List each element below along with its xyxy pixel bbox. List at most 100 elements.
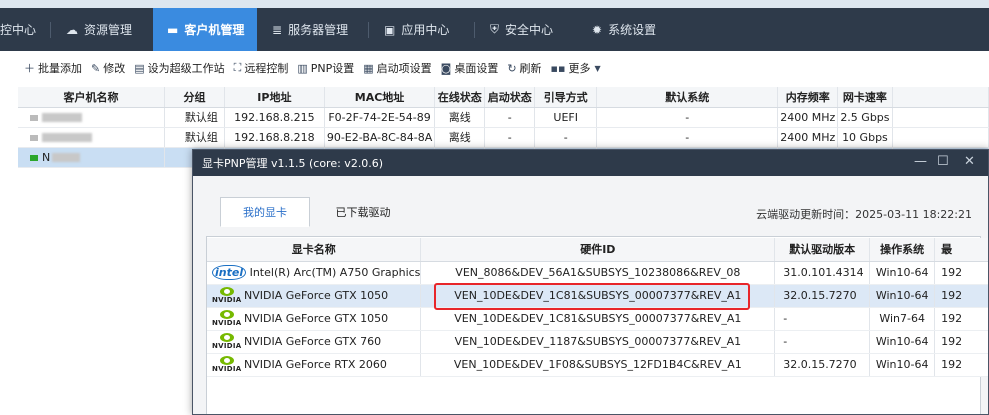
desktop-icon: ◙ (440, 61, 452, 75)
button-label: 修改 (103, 62, 126, 75)
update-time-value: 2025-03-11 18:22:21 (855, 208, 972, 221)
client-name-cell (18, 127, 166, 148)
nav-separator (368, 22, 369, 38)
toolbar: ＋ 批量添加 ✎ 修改 ▤ 设为超级工作站 ⛶ 远程控制 ▥ PNP设置 ▦ 启… (0, 55, 989, 81)
ip-cell: 192.168.8.215 (224, 107, 325, 128)
nav-item-monitor-center[interactable]: 控中心 (0, 8, 44, 51)
blurred-name (52, 153, 81, 162)
boot-item-settings-button[interactable]: ▦ 启动项设置 (363, 60, 431, 76)
blurred-name (42, 133, 92, 142)
nav-item-client-management[interactable]: ▬ 客户机管理 (153, 8, 257, 51)
column-header[interactable]: 最 (934, 238, 988, 262)
button-label: 启动项设置 (376, 62, 432, 75)
column-header[interactable]: 在线状态 (434, 87, 486, 108)
boot-state-cell: - (484, 127, 536, 148)
set-super-workstation-button[interactable]: ▤ 设为超级工作站 (134, 60, 224, 76)
client-name: N (42, 150, 51, 164)
batch-add-button[interactable]: ＋ 批量添加 (24, 60, 82, 76)
cloud-icon: ☁ (66, 22, 78, 37)
nav-item-label: 系统设置 (608, 23, 657, 37)
column-header[interactable]: IP地址 (224, 87, 325, 108)
tab-downloaded-drivers[interactable]: 已下载驱动 (318, 197, 408, 227)
table-row[interactable]: 默认组 192.168.8.218 90-E2-BA-8C-84-8A 离线 -… (18, 127, 989, 148)
plus-icon: ＋ (24, 62, 35, 75)
nav-item-app-center[interactable]: ▣ 应用中心 (384, 8, 466, 51)
column-header[interactable]: 硬件ID (420, 238, 776, 262)
pnp-settings-button[interactable]: ▥ PNP设置 (297, 60, 354, 76)
driver-version-cell: 32.0.15.7270 (774, 353, 871, 377)
column-header[interactable]: 操作系统 (869, 238, 936, 262)
driver-version-cell: - (774, 330, 871, 354)
gpu-name: NVIDIA GeForce RTX 2060 (244, 357, 387, 371)
workstation-icon: ▤ (134, 61, 145, 75)
extra-cell: 192 (934, 284, 988, 308)
driver-version-cell: - (774, 307, 871, 331)
driver-version-cell: 31.0.101.4314 (774, 261, 871, 285)
column-header[interactable]: 引导方式 (534, 87, 598, 108)
gpu-table: 显卡名称 硬件ID 默认驱动版本 操作系统 最 intel Intel(R) A… (207, 238, 988, 377)
hardware-id-cell: VEN_10DE&DEV_1C81&SUBSYS_00007377&REV_A1 (420, 307, 776, 331)
computer-icon (30, 114, 38, 121)
chevron-down-icon: ▼ (594, 63, 601, 73)
gpu-name-cell: NVIDIA NVIDIA GeForce RTX 2060 (207, 353, 422, 377)
tab-my-gpu[interactable]: 我的显卡 (220, 197, 310, 227)
column-header[interactable]: 网卡速率 (837, 87, 893, 108)
gpu-row[interactable]: NVIDIA NVIDIA GeForce GTX 760 VEN_10DE&DE… (207, 330, 988, 354)
client-name-cell (18, 107, 166, 128)
gpu-name-cell: NVIDIA NVIDIA GeForce GTX 760 (207, 330, 422, 354)
nvidia-logo-icon: NVIDIA (212, 332, 242, 351)
os-cell: Win7-64 (869, 307, 936, 331)
hardware-id-cell: VEN_10DE&DEV_1F08&SUBSYS_12FD1B4C&REV_A1 (420, 353, 776, 377)
column-header[interactable]: 启动状态 (484, 87, 536, 108)
remote-icon: ⛶ (233, 61, 242, 74)
grid-icon: ▪▪ (550, 61, 566, 75)
extra-cell: 192 (934, 307, 988, 331)
default-os-cell: - (596, 127, 779, 148)
cloud-driver-update-time: 云端驱动更新时间：2025-03-11 18:22:21 (756, 206, 972, 222)
close-icon[interactable]: ✕ (964, 154, 975, 169)
nav-item-label: 安全中心 (505, 23, 554, 37)
nvidia-logo-icon: NVIDIA (212, 355, 242, 374)
gpu-row[interactable]: NVIDIA NVIDIA GeForce RTX 2060 VEN_10DE&D… (207, 353, 988, 377)
dialog-title-bar[interactable]: 显卡PNP管理 v1.1.5 (core: v2.0.6) — ☐ ✕ (193, 150, 988, 176)
pnp-icon: ▥ (297, 61, 308, 75)
computer-icon: ▬ (167, 22, 179, 37)
extra-cell: 192 (934, 330, 988, 354)
maximize-icon[interactable]: ☐ (937, 154, 949, 169)
top-navigation: 控中心 ☁ 资源管理 ▬ 客户机管理 ≣ 服务器管理 ▣ 应用中心 ⛨ 安全中心… (0, 0, 989, 51)
hardware-id-cell: VEN_10DE&DEV_1C81&SUBSYS_00007377&REV_A1 (420, 284, 776, 308)
gpu-name: NVIDIA GeForce GTX 760 (244, 334, 382, 348)
nic-speed-cell: 2.5 Gbps (837, 107, 893, 128)
nav-separator (474, 22, 475, 38)
edit-button[interactable]: ✎ 修改 (91, 60, 125, 76)
gpu-row[interactable]: NVIDIA NVIDIA GeForce GTX 1050 VEN_10DE&D… (207, 307, 988, 331)
boot-icon: ▦ (363, 61, 374, 75)
nvidia-logo-icon: NVIDIA (212, 286, 242, 305)
nav-item-resources[interactable]: ☁ 资源管理 (66, 8, 150, 51)
gpu-row-selected[interactable]: NVIDIA NVIDIA GeForce GTX 1050 VEN_10DE&D… (207, 284, 988, 308)
os-cell: Win10-64 (869, 353, 936, 377)
more-dropdown[interactable]: ▪▪ 更多 ▼ (551, 60, 604, 76)
remote-control-button[interactable]: ⛶ 远程控制 (234, 60, 289, 76)
column-header[interactable]: 显卡名称 (207, 238, 422, 262)
boot-mode-cell: UEFI (534, 107, 598, 128)
server-icon: ≣ (272, 22, 283, 37)
column-header[interactable]: 默认系统 (596, 87, 779, 108)
column-header[interactable]: 默认驱动版本 (774, 238, 871, 262)
nav-item-security-center[interactable]: ⛨ 安全中心 (490, 8, 572, 51)
column-header[interactable]: MAC地址 (324, 87, 436, 108)
column-header[interactable]: 内存频率 (777, 87, 839, 108)
online-status-cell: 离线 (434, 107, 486, 128)
minimize-icon[interactable]: — (914, 154, 927, 169)
nav-item-server-management[interactable]: ≣ 服务器管理 (272, 8, 362, 51)
nav-item-label: 控中心 (0, 23, 37, 37)
refresh-button[interactable]: ↻ 刷新 (507, 60, 541, 76)
nav-item-system-settings[interactable]: ✹ 系统设置 (592, 8, 674, 51)
ip-cell: 192.168.8.218 (224, 127, 325, 148)
column-header[interactable]: 分组 (164, 87, 225, 108)
column-header[interactable]: 客户机名称 (18, 87, 166, 108)
table-row[interactable]: 默认组 192.168.8.215 F0-2F-74-2E-54-89 离线 -… (18, 107, 989, 128)
desktop-settings-button[interactable]: ◙ 桌面设置 (441, 60, 499, 76)
gpu-row[interactable]: intel Intel(R) Arc(TM) A750 Graphics VEN… (207, 261, 988, 285)
column-header-extra (892, 87, 989, 108)
